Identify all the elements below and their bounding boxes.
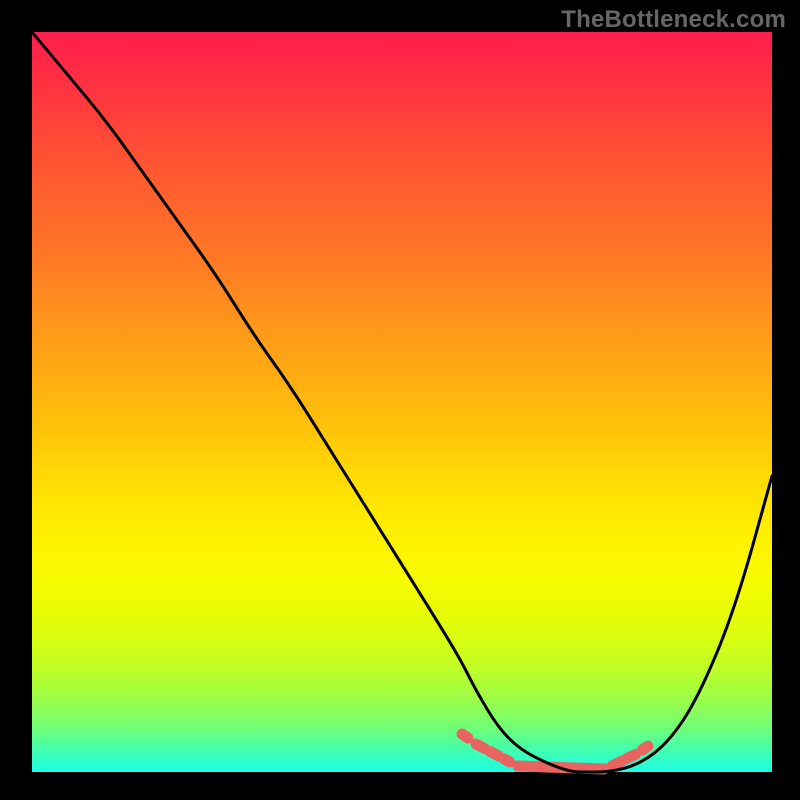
bottleneck-curve-line [32,32,772,772]
bottleneck-curve-svg [32,32,772,772]
highlight-left-dash [476,744,510,762]
plot-area [32,32,772,772]
chart-container: TheBottleneck.com [0,0,800,800]
highlight-group [462,734,648,769]
highlight-left-dot [462,734,468,738]
watermark-text: TheBottleneck.com [561,6,786,34]
highlight-right-dot [642,746,648,750]
